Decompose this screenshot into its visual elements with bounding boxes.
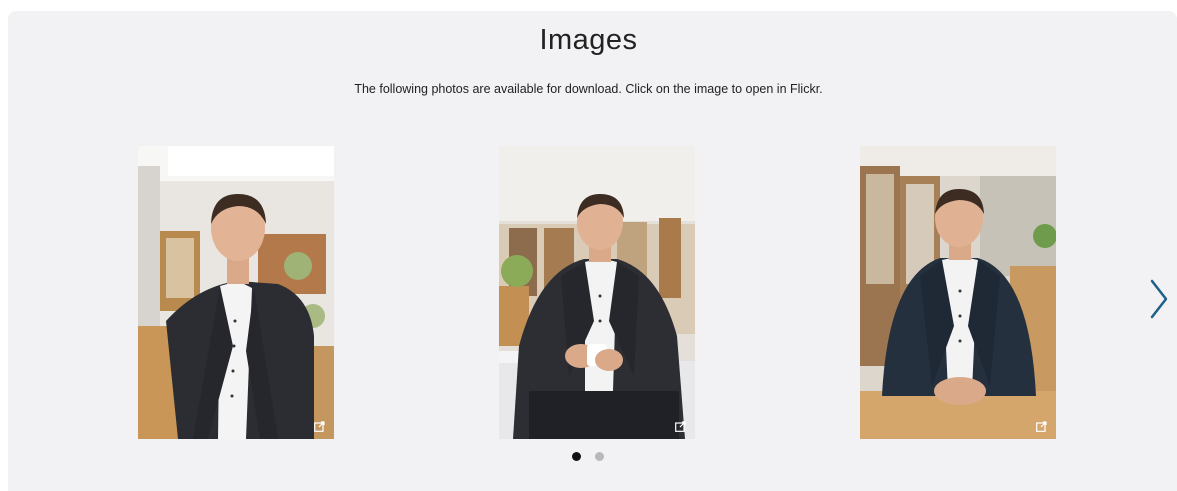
portrait-image bbox=[860, 146, 1056, 439]
portrait-image bbox=[499, 146, 695, 439]
external-link-icon bbox=[1036, 421, 1047, 432]
gallery-photo-1[interactable] bbox=[138, 146, 334, 439]
section-title: Images bbox=[539, 24, 638, 56]
section-description: The following photos are available for d… bbox=[354, 82, 823, 96]
pagination-dot-1[interactable] bbox=[572, 452, 581, 461]
carousel-pagination bbox=[572, 452, 604, 461]
gallery-photo-3[interactable] bbox=[860, 146, 1056, 439]
gallery-photo-2[interactable] bbox=[499, 146, 695, 439]
external-link-icon bbox=[314, 421, 325, 432]
pagination-dot-2[interactable] bbox=[595, 452, 604, 461]
portrait-image bbox=[138, 146, 334, 439]
chevron-right-icon[interactable] bbox=[1146, 277, 1172, 321]
external-link-icon bbox=[675, 421, 686, 432]
